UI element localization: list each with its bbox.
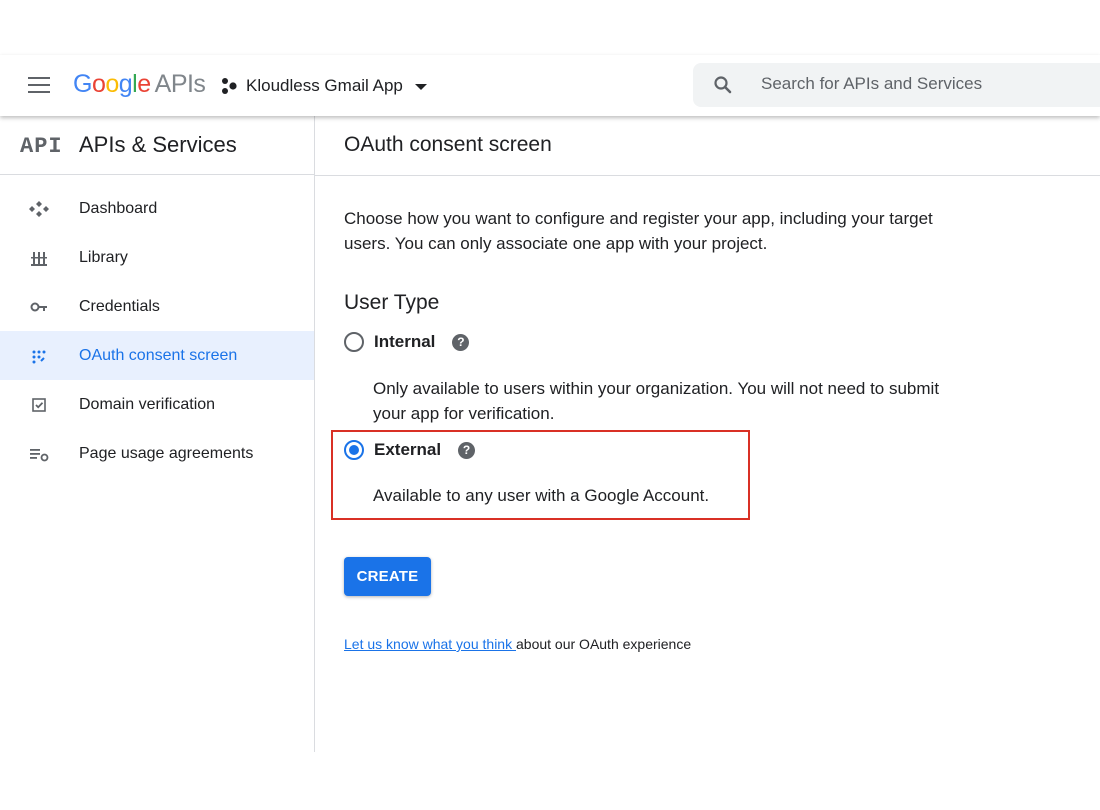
- search-icon: [714, 76, 732, 94]
- sidebar-item-domain-verification[interactable]: Domain verification: [0, 380, 314, 429]
- sidebar-item-library[interactable]: Library: [0, 233, 314, 282]
- google-apis-logo[interactable]: Google APIs: [73, 70, 206, 99]
- radio-internal[interactable]: Internal ?: [344, 332, 470, 352]
- help-icon[interactable]: ?: [458, 441, 476, 459]
- external-description: Available to any user with a Google Acco…: [373, 486, 710, 505]
- menu-icon[interactable]: [28, 77, 50, 93]
- intro-text: Choose how you want to configure and reg…: [344, 209, 933, 253]
- page-title: OAuth consent screen: [344, 133, 552, 156]
- create-button[interactable]: CREATE: [344, 557, 431, 596]
- sidebar-title: APIs & Services: [79, 132, 237, 157]
- sidebar-item-page-usage-agreements[interactable]: Page usage agreements: [0, 429, 314, 478]
- project-selector[interactable]: Kloudless Gmail App: [220, 76, 427, 96]
- key-icon: [30, 302, 47, 312]
- library-icon: [31, 252, 47, 266]
- user-type-heading: User Type: [344, 291, 440, 314]
- consent-icon: [32, 350, 46, 364]
- sidebar-item-oauth-consent-screen[interactable]: OAuth consent screen: [0, 331, 314, 380]
- feedback-link[interactable]: Let us know what you think: [344, 636, 516, 652]
- radio-label-external: External: [374, 440, 442, 459]
- api-logo-icon: API: [20, 134, 63, 159]
- main-content: OAuth consent screen Choose how you want…: [315, 116, 1100, 752]
- checkbox-icon: [32, 398, 46, 412]
- dashboard-icon: [29, 201, 49, 217]
- sidebar-nav: Dashboard Library Credentials OAuth cons…: [0, 175, 314, 478]
- internal-description: Only available to users within your orga…: [373, 379, 940, 423]
- search-bar[interactable]: [693, 63, 1100, 107]
- feedback-line: Let us know what you think about our OAu…: [344, 636, 691, 652]
- sidebar-header: API APIs & Services: [0, 116, 314, 175]
- radio-button-internal[interactable]: [344, 332, 364, 352]
- project-icon: [222, 78, 237, 94]
- sidebar-item-credentials[interactable]: Credentials: [0, 282, 314, 331]
- feedback-text: about our OAuth experience: [516, 636, 692, 652]
- chevron-down-icon: [414, 84, 427, 90]
- radio-button-external[interactable]: [344, 440, 364, 460]
- top-app-bar: Google APIs Kloudless Gmail App: [0, 55, 1100, 116]
- radio-label-internal: Internal: [374, 332, 436, 351]
- main-header: OAuth consent screen: [315, 116, 1100, 176]
- search-input[interactable]: [761, 74, 1091, 94]
- sidebar-item-dashboard[interactable]: Dashboard: [0, 184, 314, 233]
- project-name: Kloudless Gmail App: [246, 76, 403, 95]
- sidebar: API APIs & Services Dashboard Library Cr…: [0, 116, 315, 752]
- settings-list-icon: [30, 449, 49, 462]
- radio-external[interactable]: External ?: [344, 440, 476, 460]
- help-icon[interactable]: ?: [452, 333, 470, 351]
